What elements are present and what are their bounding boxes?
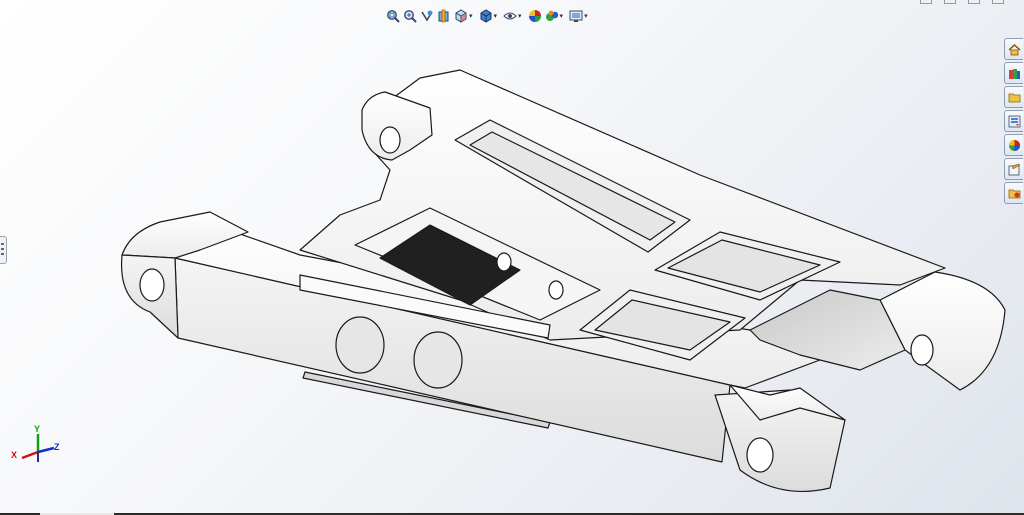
reference-triad: Y X Z bbox=[8, 424, 64, 468]
triad-z-label: Z bbox=[54, 442, 60, 452]
suspension-arm-model[interactable] bbox=[0, 0, 1024, 515]
top-hole-1 bbox=[496, 252, 512, 272]
beam-hole-2 bbox=[413, 331, 463, 389]
triad-x-label: X bbox=[11, 450, 18, 460]
right-rear-boss bbox=[879, 271, 1006, 391]
left-boss-hole bbox=[139, 268, 165, 302]
right-rear-hole bbox=[910, 334, 934, 366]
top-hole-2 bbox=[548, 280, 564, 300]
rear-left-hole bbox=[379, 126, 401, 154]
beam-hole-1 bbox=[335, 316, 385, 374]
right-front-hole bbox=[746, 437, 774, 473]
graphics-area[interactable]: ▾ ▾ ▾ ▾ ▾ Y X Z bbox=[0, 0, 1024, 515]
triad-y-label: Y bbox=[34, 424, 41, 434]
